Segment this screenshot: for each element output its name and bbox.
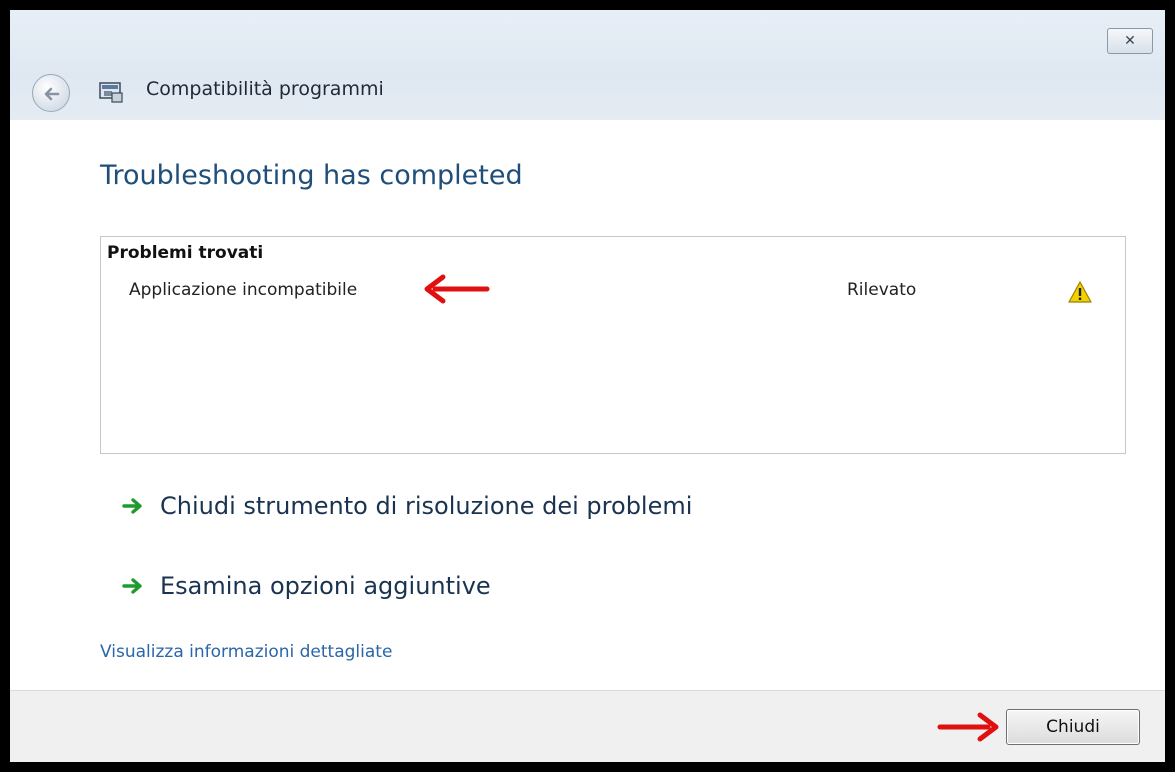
footer-bar: Chiudi — [10, 690, 1165, 762]
problems-list: Problemi trovati Applicazione incompatib… — [100, 236, 1126, 454]
title-bar: ✕ Compatibilità programmi — [10, 10, 1165, 120]
window-title: Compatibilità programmi — [146, 78, 384, 100]
red-annotation-arrow-icon — [937, 712, 999, 742]
troubleshooter-window: ✕ Compatibilità programmi Troubleshootin… — [10, 10, 1165, 762]
warning-icon — [1068, 281, 1092, 303]
green-arrow-icon — [122, 498, 142, 514]
red-annotation-arrow-icon — [424, 274, 490, 304]
close-button[interactable]: Chiudi — [1006, 709, 1140, 745]
problem-status: Rilevato — [847, 280, 917, 300]
problem-name: Applicazione incompatibile — [129, 280, 358, 300]
back-arrow-icon — [44, 87, 60, 101]
back-button[interactable] — [32, 74, 70, 112]
program-compatibility-icon — [99, 82, 123, 103]
close-icon: ✕ — [1124, 33, 1136, 49]
close-troubleshooter-link[interactable]: Chiudi strumento di risoluzione dei prob… — [122, 492, 692, 520]
page-title: Troubleshooting has completed — [100, 160, 523, 191]
content-area: Troubleshooting has completed Problemi t… — [10, 120, 1165, 690]
green-arrow-icon — [122, 578, 142, 594]
close-window-button[interactable]: ✕ — [1107, 28, 1153, 54]
problems-header: Problemi trovati — [107, 243, 264, 263]
explore-options-link[interactable]: Esamina opzioni aggiuntive — [122, 572, 491, 600]
close-troubleshooter-label: Chiudi strumento di risoluzione dei prob… — [160, 492, 693, 520]
view-details-link[interactable]: Visualizza informazioni dettagliate — [100, 642, 392, 662]
explore-options-label: Esamina opzioni aggiuntive — [160, 572, 491, 600]
